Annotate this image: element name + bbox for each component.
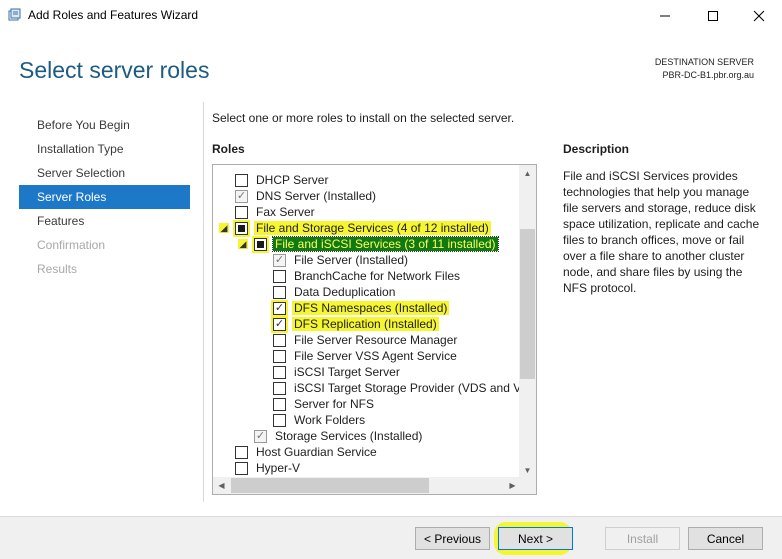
close-icon (753, 10, 765, 21)
horizontal-scrollbar[interactable]: ◀ ▶ (213, 477, 521, 494)
role-checkbox[interactable]: ✓ (235, 189, 248, 203)
description-heading: Description (563, 142, 630, 156)
collapse-arrow-icon[interactable]: ◢ (219, 223, 229, 233)
nav-item-server-roles[interactable]: Server Roles (19, 185, 190, 209)
nav-item-results: Results (37, 262, 78, 276)
role-label: File and iSCSI Services (3 of 11 install… (272, 236, 499, 252)
role-item[interactable]: File and Storage Services (4 of 12 insta… (233, 219, 491, 237)
role-item[interactable]: ✓ Storage Services (Installed) (254, 428, 424, 444)
vertical-scroll-thumb[interactable] (520, 229, 535, 379)
role-checkbox[interactable] (273, 349, 286, 363)
destination-server-name: PBR-DC-B1.pbr.org.au (662, 70, 754, 80)
role-checkbox[interactable] (273, 285, 286, 299)
collapse-arrow-icon[interactable]: ◢ (238, 239, 248, 249)
intro-text: Select one or more roles to install on t… (212, 111, 515, 125)
partial-check-icon (257, 240, 264, 248)
role-item[interactable]: iSCSI Target Storage Provider (VDS and V… (273, 380, 521, 396)
role-item[interactable]: DHCP Server (235, 172, 330, 188)
nav-item-confirmation: Confirmation (37, 238, 106, 252)
role-checkbox[interactable]: ✓ (271, 299, 288, 317)
roles-tree-content: DHCP Server ✓ DNS Server (Installed) Fax Se… (213, 165, 521, 479)
scroll-up-icon[interactable]: ▲ (519, 165, 536, 182)
role-item[interactable]: ✓ File Server (Installed) (273, 252, 410, 268)
role-item[interactable]: ✓ DFS Replication (Installed) (271, 315, 439, 333)
roles-heading: Roles (212, 142, 245, 156)
role-label: File and Storage Services (4 of 12 insta… (254, 221, 491, 235)
role-item[interactable]: iSCSI Target Server (273, 364, 402, 380)
horizontal-scroll-thumb[interactable] (231, 478, 429, 493)
previous-button[interactable]: < Previous (415, 527, 490, 550)
role-label: Server for NFS (294, 397, 375, 411)
cancel-button[interactable]: Cancel (688, 527, 763, 550)
roles-tree[interactable]: DHCP Server ✓ DNS Server (Installed) Fax Se… (212, 164, 537, 495)
role-checkbox[interactable] (273, 397, 286, 411)
role-item[interactable]: Host Guardian Service (235, 444, 379, 460)
role-checkbox[interactable]: ✓ (273, 253, 286, 267)
role-label: DNS Server (Installed) (256, 189, 377, 203)
role-label: Host Guardian Service (256, 445, 377, 459)
role-label: DFS Namespaces (Installed) (292, 301, 450, 315)
nav-divider (203, 102, 204, 502)
install-button[interactable]: Install (605, 527, 680, 550)
destination-server-label: DESTINATION SERVER (654, 57, 754, 67)
role-item[interactable]: ✓ DNS Server (Installed) (235, 188, 378, 204)
role-item[interactable]: File Server VSS Agent Service (273, 348, 459, 364)
role-checkbox[interactable]: ✓ (254, 429, 267, 443)
role-checkbox[interactable] (235, 461, 248, 475)
role-item[interactable]: Server for NFS (273, 396, 376, 412)
role-label: File Server Resource Manager (294, 333, 458, 347)
role-checkbox[interactable]: ✓ (271, 315, 288, 333)
role-label: iSCSI Target Storage Provider (VDS and V… (294, 381, 521, 395)
role-item[interactable]: File Server Resource Manager (273, 332, 459, 348)
page-title: Select server roles (19, 57, 210, 83)
next-button[interactable]: Next > (498, 527, 573, 550)
role-label: Data Deduplication (294, 285, 396, 299)
role-checkbox[interactable] (273, 269, 286, 283)
role-item[interactable]: ✓ DFS Namespaces (Installed) (271, 299, 450, 317)
description-text: File and iSCSI Services provides technol… (563, 169, 760, 295)
role-checkbox[interactable] (273, 381, 286, 395)
vertical-scrollbar[interactable]: ▲ ▼ (519, 165, 536, 479)
nav-item-features[interactable]: Features (19, 209, 190, 233)
role-checkbox[interactable] (235, 445, 248, 459)
close-button[interactable] (736, 0, 782, 31)
server-manager-icon (8, 8, 21, 21)
role-label: Work Folders (294, 413, 366, 427)
role-checkbox[interactable] (273, 365, 286, 379)
partial-check-icon (238, 224, 245, 232)
role-item[interactable]: Data Deduplication (273, 284, 397, 300)
maximize-button[interactable] (690, 0, 736, 31)
role-item[interactable]: Fax Server (235, 204, 317, 220)
role-checkbox[interactable] (235, 173, 248, 187)
role-label: Hyper-V (256, 461, 301, 475)
role-item[interactable]: Hyper-V (235, 460, 302, 476)
minimize-button[interactable] (642, 0, 688, 31)
nav-item-installation-type[interactable]: Installation Type (19, 137, 190, 161)
role-label: BranchCache for Network Files (294, 269, 461, 283)
role-checkbox[interactable] (233, 219, 250, 237)
role-checkbox[interactable] (235, 205, 248, 219)
nav-item-before-you-begin[interactable]: Before You Begin (19, 113, 190, 137)
role-label: File Server (Installed) (294, 253, 409, 267)
maximize-icon (708, 10, 718, 21)
role-item[interactable]: BranchCache for Network Files (273, 268, 462, 284)
role-item[interactable]: Work Folders (273, 412, 367, 428)
title-bar: Add Roles and Features Wizard (0, 0, 782, 31)
role-label: Storage Services (Installed) (275, 429, 423, 443)
role-label: File Server VSS Agent Service (294, 349, 457, 363)
role-item[interactable]: File and iSCSI Services (3 of 11 install… (252, 235, 499, 253)
role-label: iSCSI Target Server (294, 365, 400, 379)
scrollbar-corner (519, 477, 536, 494)
role-label: DHCP Server (256, 173, 329, 187)
role-label: DFS Replication (Installed) (292, 317, 439, 331)
minimize-icon (660, 15, 670, 16)
role-checkbox[interactable] (273, 413, 286, 427)
nav-item-server-selection[interactable]: Server Selection (19, 161, 190, 185)
role-checkbox[interactable] (252, 235, 269, 253)
role-checkbox[interactable] (273, 333, 286, 347)
window-title: Add Roles and Features Wizard (28, 8, 199, 22)
role-label: Fax Server (256, 205, 315, 219)
wizard-nav: Before You Begin Installation Type Server … (19, 113, 190, 281)
scroll-left-icon[interactable]: ◀ (213, 477, 230, 494)
